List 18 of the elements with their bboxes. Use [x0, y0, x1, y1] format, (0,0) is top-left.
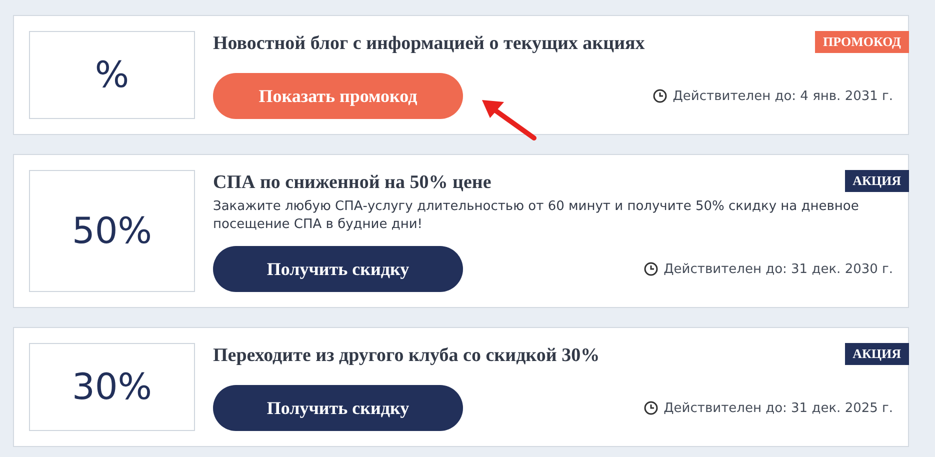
- offer-tag: АКЦИЯ: [844, 343, 909, 365]
- offer-title: СПА по сниженной на 50% цене: [213, 172, 492, 194]
- clock-icon: [652, 89, 667, 103]
- offer-title: Переходите из другого клуба со скидкой 30%: [213, 345, 601, 367]
- offer-button[interactable]: Получить скидку: [213, 385, 463, 431]
- offer-description: Закажите любую СПА-услугу длительностью от 60 минут и получите 50% скидку на дневное посещение СПА в будние дни!: [213, 198, 860, 234]
- discount-value: %: [29, 31, 195, 119]
- discount-value: 30%: [29, 343, 195, 431]
- valid-until: Действителен до: 4 янв. 2031 г.: [672, 88, 893, 104]
- discount-value: 50%: [29, 170, 195, 292]
- valid-until: Действителен до: 31 дек. 2030 г.: [664, 262, 893, 276]
- clock-icon: [644, 262, 658, 276]
- offer-tag: АКЦИЯ: [844, 170, 909, 192]
- offer-title: Новостной блог с информацией о текущих акциях: [213, 33, 646, 55]
- offer-tag: ПРОМОКОД: [815, 31, 909, 53]
- valid-until: Действителен до: 31 дек. 2025 г.: [664, 400, 893, 416]
- offer-button[interactable]: Получить скидку: [213, 246, 463, 292]
- clock-icon: [644, 401, 658, 415]
